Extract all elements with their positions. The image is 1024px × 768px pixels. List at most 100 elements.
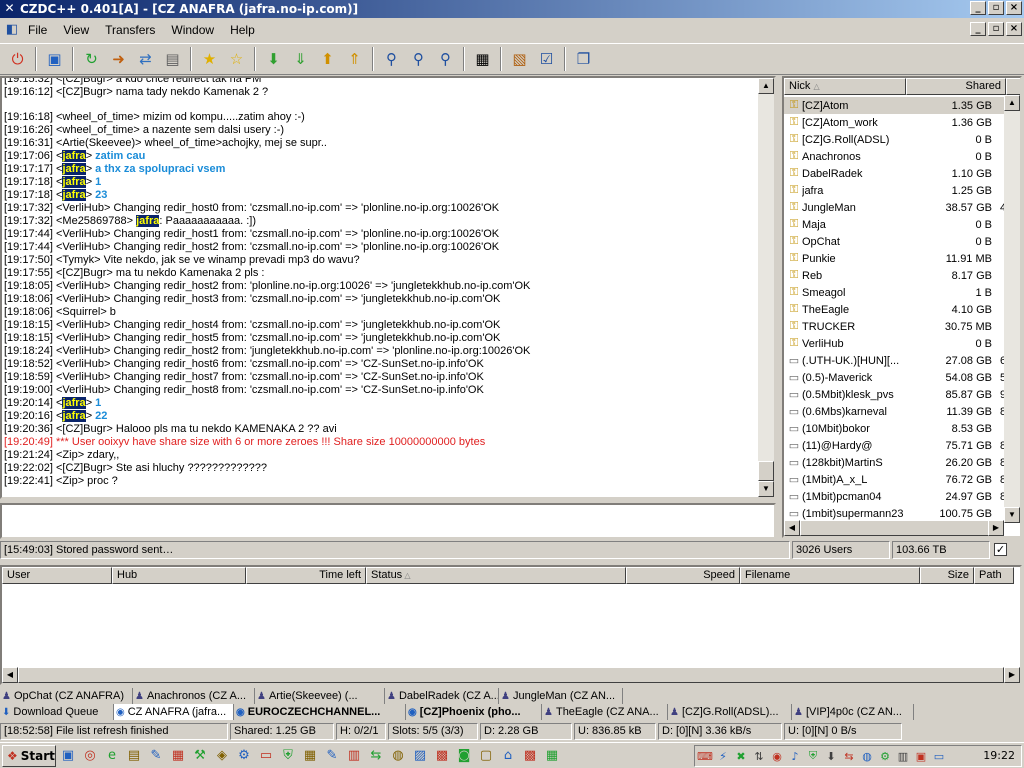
chat-nick[interactable]: jafra	[62, 397, 86, 409]
column-header-speed[interactable]: Speed	[626, 567, 740, 584]
photo-icon[interactable]: ▨	[410, 746, 430, 766]
user-row[interactable]: ⚿ Punkie 11.91 MB	[784, 250, 1006, 267]
scroll-left-button[interactable]: ◀	[2, 667, 18, 683]
chat-scrollbar[interactable]: ▲ ▼	[758, 78, 774, 497]
arrows-icon[interactable]: ⇅	[751, 750, 767, 763]
cog-icon[interactable]: ⚙	[877, 750, 893, 763]
network-stats-icon[interactable]: ▦	[471, 48, 494, 71]
user-row[interactable]: ▭ (.UTH-UK.)[HUN][... 27.08 GB 6	[784, 352, 1006, 369]
globe-icon[interactable]: ◍	[859, 750, 875, 763]
save-icon[interactable]: ▦	[300, 746, 320, 766]
mdi-child-icon[interactable]: ◧	[4, 22, 20, 38]
menu-file[interactable]: File	[20, 23, 55, 37]
user-row[interactable]: ▭ (10Mbit)bokor 8.53 GB	[784, 420, 1006, 437]
scroll-up-button[interactable]: ▲	[758, 78, 774, 94]
download-icon[interactable]: ⬇	[823, 750, 839, 763]
chat-nick[interactable]: jafra	[62, 150, 86, 162]
monitor-icon[interactable]: ▭	[256, 746, 276, 766]
column-header-path[interactable]: Path	[974, 567, 1014, 584]
home-icon[interactable]: ⌂	[498, 746, 518, 766]
column-header-nick[interactable]: Nick △	[784, 78, 906, 95]
folder-icon[interactable]: ▤	[124, 746, 144, 766]
user-row[interactable]: ▭ (0.5)-Maverick 54.08 GB 5	[784, 369, 1006, 386]
transfers-hscroll[interactable]: ◀ ▶	[2, 667, 1020, 683]
follow-redirect-icon[interactable]: ➜	[107, 48, 130, 71]
app-icon[interactable]: ▩	[520, 746, 540, 766]
public-hubs-icon[interactable]: ⇄	[134, 48, 157, 71]
window-tab[interactable]: ♟ [VIP]4p0c (CZ AN...	[792, 704, 914, 720]
cascade-icon[interactable]: ❐	[572, 48, 595, 71]
column-header-shared[interactable]: Shared	[906, 78, 1006, 95]
chat-nick[interactable]: jafra	[62, 176, 86, 188]
show-desktop-icon[interactable]: ▣	[58, 746, 78, 766]
favorite-icon[interactable]: ★	[198, 48, 221, 71]
window-icon[interactable]: ▢	[476, 746, 496, 766]
menu-help[interactable]: Help	[222, 23, 263, 37]
column-header-size[interactable]: Size	[920, 567, 974, 584]
show-userlist-checkbox[interactable]: ✓	[994, 543, 1007, 556]
user-row[interactable]: ⚿ Anachronos 0 B	[784, 148, 1006, 165]
notepad-icon[interactable]: ▤	[161, 48, 184, 71]
favorite-users-icon[interactable]: ☆	[225, 48, 248, 71]
user-row[interactable]: ▭ (11)@Hardy@ 75.71 GB 8	[784, 437, 1006, 454]
reconnect-icon[interactable]: ⏻	[6, 48, 29, 71]
user-row[interactable]: ▭ (0.6Mbs)karneval 11.39 GB 8	[784, 403, 1006, 420]
refresh-icon[interactable]: ↻	[80, 48, 103, 71]
app-icon[interactable]: ▣	[913, 750, 929, 763]
transfers-list[interactable]: User Hub Time left Status △ Speed Filename Siz…	[0, 565, 1022, 685]
user-row[interactable]: ⚿ OpChat 0 B	[784, 233, 1006, 250]
window-tab[interactable]: ♟ OpChat (CZ ANAFRA)	[0, 688, 133, 704]
save-icon[interactable]: ▦	[168, 746, 188, 766]
arrow-icon[interactable]: ⇆	[366, 746, 386, 766]
shield-icon[interactable]: ⛨	[278, 746, 298, 766]
upload-queue-icon[interactable]: ⬆	[316, 48, 339, 71]
user-row[interactable]: ⚿ [CZ]G.Roll(ADSL) 0 B	[784, 131, 1006, 148]
user-row[interactable]: ⚿ Smeagol 1 B	[784, 284, 1006, 301]
mdi-restore-button[interactable]: ▫	[988, 22, 1004, 36]
window-tab[interactable]: ♟ [CZ]G.Roll(ADSL)...	[668, 704, 792, 720]
app-icon[interactable]: ▩	[432, 746, 452, 766]
window-tab[interactable]: ♟ JungleMan (CZ AN...	[499, 688, 623, 704]
user-list[interactable]: Nick △ Shared ⚿ [CZ]Atom 1.35 GB ⚿ [CZ]Atom_…	[782, 76, 1022, 538]
window-tab[interactable]: ♟ Artie(Skeevee) (...	[255, 688, 385, 704]
app-icon[interactable]: ▦	[542, 746, 562, 766]
user-row[interactable]: ⚿ TRUCKER 30.75 MB	[784, 318, 1006, 335]
user-row[interactable]: ▭ (0.5Mbit)klesk_pvs 85.87 GB 9	[784, 386, 1006, 403]
finished-downloads-icon[interactable]: ⇓	[289, 48, 312, 71]
tool-icon[interactable]: ⚒	[190, 746, 210, 766]
chart-icon[interactable]: ▥	[895, 750, 911, 763]
dc-icon[interactable]: ⚡	[715, 750, 731, 763]
globe-icon[interactable]: ◍	[388, 746, 408, 766]
network-icon[interactable]: ⇆	[841, 750, 857, 763]
chat-nick[interactable]: jafra	[62, 163, 86, 175]
column-header-time-left[interactable]: Time left	[246, 567, 366, 584]
user-row[interactable]: ⚿ Reb 8.17 GB	[784, 267, 1006, 284]
user-row[interactable]: ⚿ Maja 0 B	[784, 216, 1006, 233]
column-header-status[interactable]: Status △	[366, 567, 626, 584]
user-row[interactable]: ▭ (1Mbit)A_x_L 76.72 GB 8	[784, 471, 1006, 488]
menu-view[interactable]: View	[55, 23, 97, 37]
window-tab[interactable]: ◉ [CZ]Phoenix (pho...	[406, 704, 542, 720]
browser-icon[interactable]: ◎	[80, 746, 100, 766]
network-icon[interactable]: ◈	[212, 746, 232, 766]
user-row[interactable]: ⚿ [CZ]Atom 1.35 GB	[784, 97, 1006, 114]
user-row[interactable]: ⚿ TheEagle 4.10 GB	[784, 301, 1006, 318]
antivirus-icon[interactable]: ✖	[733, 750, 749, 763]
scroll-up-button[interactable]: ▲	[1004, 95, 1020, 111]
userlist-hscroll[interactable]: ◀ ▶	[784, 520, 1004, 536]
camera-icon[interactable]: ◙	[454, 746, 474, 766]
user-row[interactable]: ⚿ DabelRadek 1.10 GB	[784, 165, 1006, 182]
column-header-extra[interactable]	[1006, 78, 1020, 95]
window-tab[interactable]: ♟ DabelRadek (CZ A...	[385, 688, 499, 704]
user-row[interactable]: ▭ (1Mbit)pcman04 24.97 GB 8	[784, 488, 1006, 505]
hscroll-thumb[interactable]	[800, 520, 990, 536]
userlist-vscroll[interactable]: ▲ ▼	[1004, 95, 1020, 523]
scroll-down-button[interactable]: ▼	[1004, 507, 1020, 523]
maximize-button[interactable]: ▫	[988, 1, 1004, 15]
cs-icon[interactable]: ◉	[769, 750, 785, 763]
mdi-minimize-button[interactable]: _	[970, 22, 986, 36]
close-button[interactable]: ×	[1006, 1, 1022, 15]
minimize-button[interactable]: _	[970, 1, 986, 15]
column-header-user[interactable]: User	[2, 567, 112, 584]
start-button[interactable]: ❖ Start	[2, 744, 56, 767]
